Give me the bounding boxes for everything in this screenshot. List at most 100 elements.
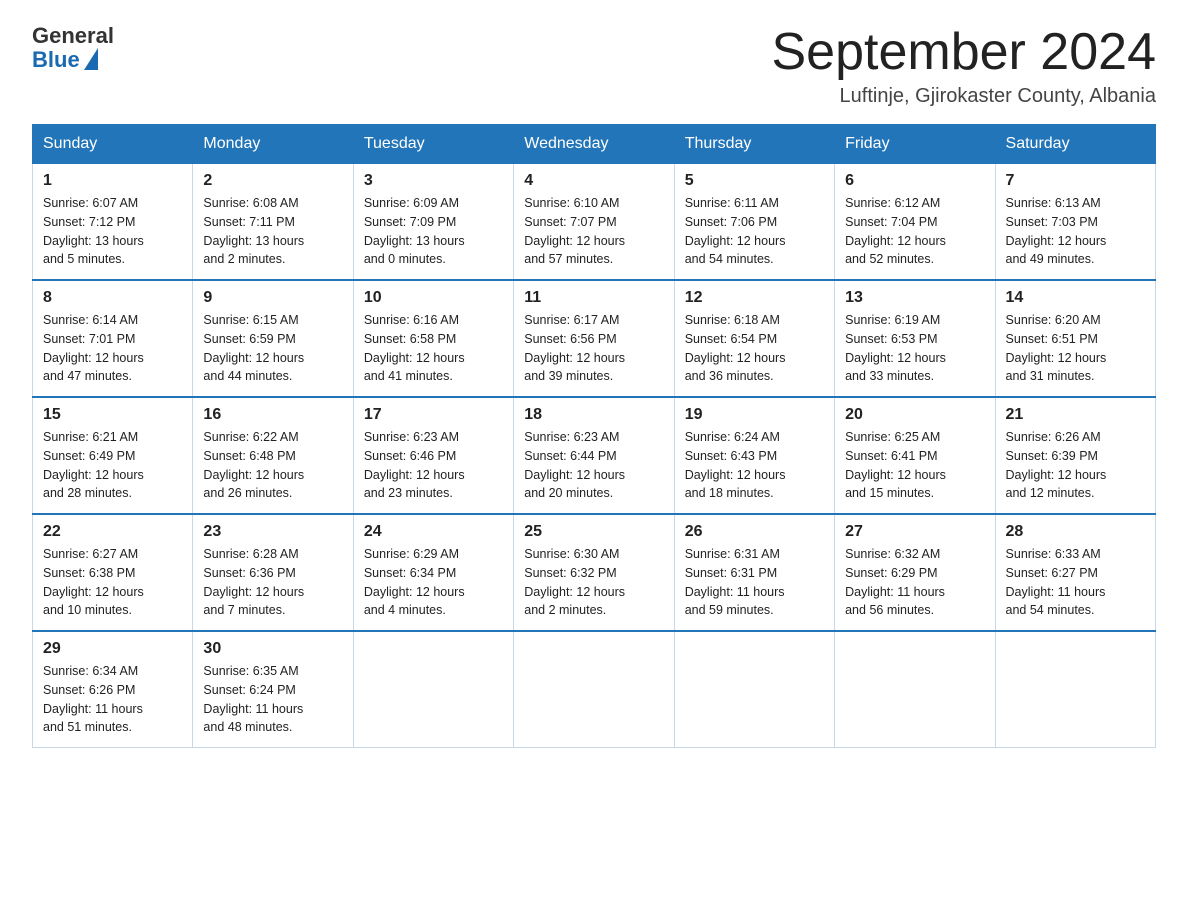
calendar-cell: 18 Sunrise: 6:23 AM Sunset: 6:44 PM Dayli…: [514, 397, 674, 514]
calendar-cell: 21 Sunrise: 6:26 AM Sunset: 6:39 PM Dayli…: [995, 397, 1155, 514]
calendar-table: SundayMondayTuesdayWednesdayThursdayFrid…: [32, 124, 1156, 748]
day-number: 26: [685, 523, 824, 541]
day-info: Sunrise: 6:23 AM Sunset: 6:46 PM Dayligh…: [364, 428, 503, 503]
calendar-cell: 27 Sunrise: 6:32 AM Sunset: 6:29 PM Dayli…: [835, 514, 995, 631]
calendar-cell: 4Sunrise: 6:10 AM Sunset: 7:07 PM Daylig…: [514, 164, 674, 281]
calendar-cell: 1Sunrise: 6:07 AM Sunset: 7:12 PM Daylig…: [33, 164, 193, 281]
day-number: 28: [1006, 523, 1145, 541]
day-info: Sunrise: 6:14 AM Sunset: 7:01 PM Dayligh…: [43, 311, 182, 386]
day-number: 12: [685, 289, 824, 307]
month-title: September 2024: [772, 24, 1157, 81]
day-info: Sunrise: 6:12 AM Sunset: 7:04 PM Dayligh…: [845, 194, 984, 269]
day-info: Sunrise: 6:34 AM Sunset: 6:26 PM Dayligh…: [43, 662, 182, 737]
day-info: Sunrise: 6:09 AM Sunset: 7:09 PM Dayligh…: [364, 194, 503, 269]
calendar-cell: 22 Sunrise: 6:27 AM Sunset: 6:38 PM Dayli…: [33, 514, 193, 631]
day-number: 10: [364, 289, 503, 307]
day-number: 2: [203, 172, 342, 190]
day-of-week-header: Thursday: [674, 125, 834, 164]
day-info: Sunrise: 6:21 AM Sunset: 6:49 PM Dayligh…: [43, 428, 182, 503]
calendar-week-row: 8 Sunrise: 6:14 AM Sunset: 7:01 PM Daylig…: [33, 280, 1156, 397]
logo-general-text: General: [32, 24, 114, 48]
calendar-cell: 2Sunrise: 6:08 AM Sunset: 7:11 PM Daylig…: [193, 164, 353, 281]
day-number: 6: [845, 172, 984, 190]
calendar-cell: 26 Sunrise: 6:31 AM Sunset: 6:31 PM Dayli…: [674, 514, 834, 631]
day-info: Sunrise: 6:33 AM Sunset: 6:27 PM Dayligh…: [1006, 545, 1145, 620]
day-info: Sunrise: 6:23 AM Sunset: 6:44 PM Dayligh…: [524, 428, 663, 503]
calendar-cell: [995, 631, 1155, 748]
day-number: 21: [1006, 406, 1145, 424]
day-info: Sunrise: 6:31 AM Sunset: 6:31 PM Dayligh…: [685, 545, 824, 620]
day-number: 24: [364, 523, 503, 541]
calendar-cell: 6 Sunrise: 6:12 AM Sunset: 7:04 PM Daylig…: [835, 164, 995, 281]
logo: General Blue: [32, 24, 114, 72]
day-info: Sunrise: 6:30 AM Sunset: 6:32 PM Dayligh…: [524, 545, 663, 620]
calendar-cell: 5 Sunrise: 6:11 AM Sunset: 7:06 PM Daylig…: [674, 164, 834, 281]
day-info: Sunrise: 6:16 AM Sunset: 6:58 PM Dayligh…: [364, 311, 503, 386]
calendar-week-row: 29 Sunrise: 6:34 AM Sunset: 6:26 PM Dayli…: [33, 631, 1156, 748]
day-number: 20: [845, 406, 984, 424]
day-number: 1: [43, 172, 182, 190]
days-of-week-row: SundayMondayTuesdayWednesdayThursdayFrid…: [33, 125, 1156, 164]
day-info: Sunrise: 6:15 AM Sunset: 6:59 PM Dayligh…: [203, 311, 342, 386]
day-number: 4: [524, 172, 663, 190]
day-info: Sunrise: 6:19 AM Sunset: 6:53 PM Dayligh…: [845, 311, 984, 386]
day-of-week-header: Monday: [193, 125, 353, 164]
calendar-cell: 12 Sunrise: 6:18 AM Sunset: 6:54 PM Dayli…: [674, 280, 834, 397]
calendar-cell: 25 Sunrise: 6:30 AM Sunset: 6:32 PM Dayli…: [514, 514, 674, 631]
day-number: 7: [1006, 172, 1145, 190]
day-number: 8: [43, 289, 182, 307]
location-text: Luftinje, Gjirokaster County, Albania: [772, 85, 1157, 108]
day-number: 22: [43, 523, 182, 541]
calendar-cell: 3 Sunrise: 6:09 AM Sunset: 7:09 PM Daylig…: [353, 164, 513, 281]
day-number: 5: [685, 172, 824, 190]
calendar-cell: [353, 631, 513, 748]
calendar-week-row: 1Sunrise: 6:07 AM Sunset: 7:12 PM Daylig…: [33, 164, 1156, 281]
day-of-week-header: Sunday: [33, 125, 193, 164]
day-number: 13: [845, 289, 984, 307]
calendar-cell: 20 Sunrise: 6:25 AM Sunset: 6:41 PM Dayli…: [835, 397, 995, 514]
day-of-week-header: Tuesday: [353, 125, 513, 164]
day-info: Sunrise: 6:32 AM Sunset: 6:29 PM Dayligh…: [845, 545, 984, 620]
day-number: 14: [1006, 289, 1145, 307]
day-number: 3: [364, 172, 503, 190]
day-of-week-header: Friday: [835, 125, 995, 164]
calendar-header: SundayMondayTuesdayWednesdayThursdayFrid…: [33, 125, 1156, 164]
calendar-cell: 15Sunrise: 6:21 AM Sunset: 6:49 PM Dayli…: [33, 397, 193, 514]
calendar-cell: 16 Sunrise: 6:22 AM Sunset: 6:48 PM Dayli…: [193, 397, 353, 514]
day-number: 19: [685, 406, 824, 424]
calendar-cell: 29 Sunrise: 6:34 AM Sunset: 6:26 PM Dayli…: [33, 631, 193, 748]
day-number: 25: [524, 523, 663, 541]
page-header: General Blue September 2024 Luftinje, Gj…: [32, 24, 1156, 108]
day-info: Sunrise: 6:18 AM Sunset: 6:54 PM Dayligh…: [685, 311, 824, 386]
day-number: 16: [203, 406, 342, 424]
day-info: Sunrise: 6:11 AM Sunset: 7:06 PM Dayligh…: [685, 194, 824, 269]
day-info: Sunrise: 6:22 AM Sunset: 6:48 PM Dayligh…: [203, 428, 342, 503]
day-number: 27: [845, 523, 984, 541]
logo-triangle-icon: [84, 48, 98, 70]
day-number: 29: [43, 640, 182, 658]
title-block: September 2024 Luftinje, Gjirokaster Cou…: [772, 24, 1157, 108]
calendar-cell: 24Sunrise: 6:29 AM Sunset: 6:34 PM Dayli…: [353, 514, 513, 631]
day-info: Sunrise: 6:24 AM Sunset: 6:43 PM Dayligh…: [685, 428, 824, 503]
calendar-cell: [674, 631, 834, 748]
day-info: Sunrise: 6:25 AM Sunset: 6:41 PM Dayligh…: [845, 428, 984, 503]
calendar-cell: 23 Sunrise: 6:28 AM Sunset: 6:36 PM Dayli…: [193, 514, 353, 631]
calendar-cell: 28 Sunrise: 6:33 AM Sunset: 6:27 PM Dayli…: [995, 514, 1155, 631]
day-info: Sunrise: 6:35 AM Sunset: 6:24 PM Dayligh…: [203, 662, 342, 737]
calendar-cell: 9 Sunrise: 6:15 AM Sunset: 6:59 PM Daylig…: [193, 280, 353, 397]
calendar-week-row: 15Sunrise: 6:21 AM Sunset: 6:49 PM Dayli…: [33, 397, 1156, 514]
calendar-cell: [514, 631, 674, 748]
day-info: Sunrise: 6:26 AM Sunset: 6:39 PM Dayligh…: [1006, 428, 1145, 503]
calendar-cell: 13 Sunrise: 6:19 AM Sunset: 6:53 PM Dayli…: [835, 280, 995, 397]
calendar-cell: 8 Sunrise: 6:14 AM Sunset: 7:01 PM Daylig…: [33, 280, 193, 397]
day-info: Sunrise: 6:20 AM Sunset: 6:51 PM Dayligh…: [1006, 311, 1145, 386]
day-info: Sunrise: 6:28 AM Sunset: 6:36 PM Dayligh…: [203, 545, 342, 620]
calendar-cell: 10 Sunrise: 6:16 AM Sunset: 6:58 PM Dayli…: [353, 280, 513, 397]
day-number: 17: [364, 406, 503, 424]
day-info: Sunrise: 6:27 AM Sunset: 6:38 PM Dayligh…: [43, 545, 182, 620]
day-number: 18: [524, 406, 663, 424]
day-number: 9: [203, 289, 342, 307]
logo-blue-text: Blue: [32, 48, 98, 72]
day-number: 23: [203, 523, 342, 541]
day-info: Sunrise: 6:17 AM Sunset: 6:56 PM Dayligh…: [524, 311, 663, 386]
